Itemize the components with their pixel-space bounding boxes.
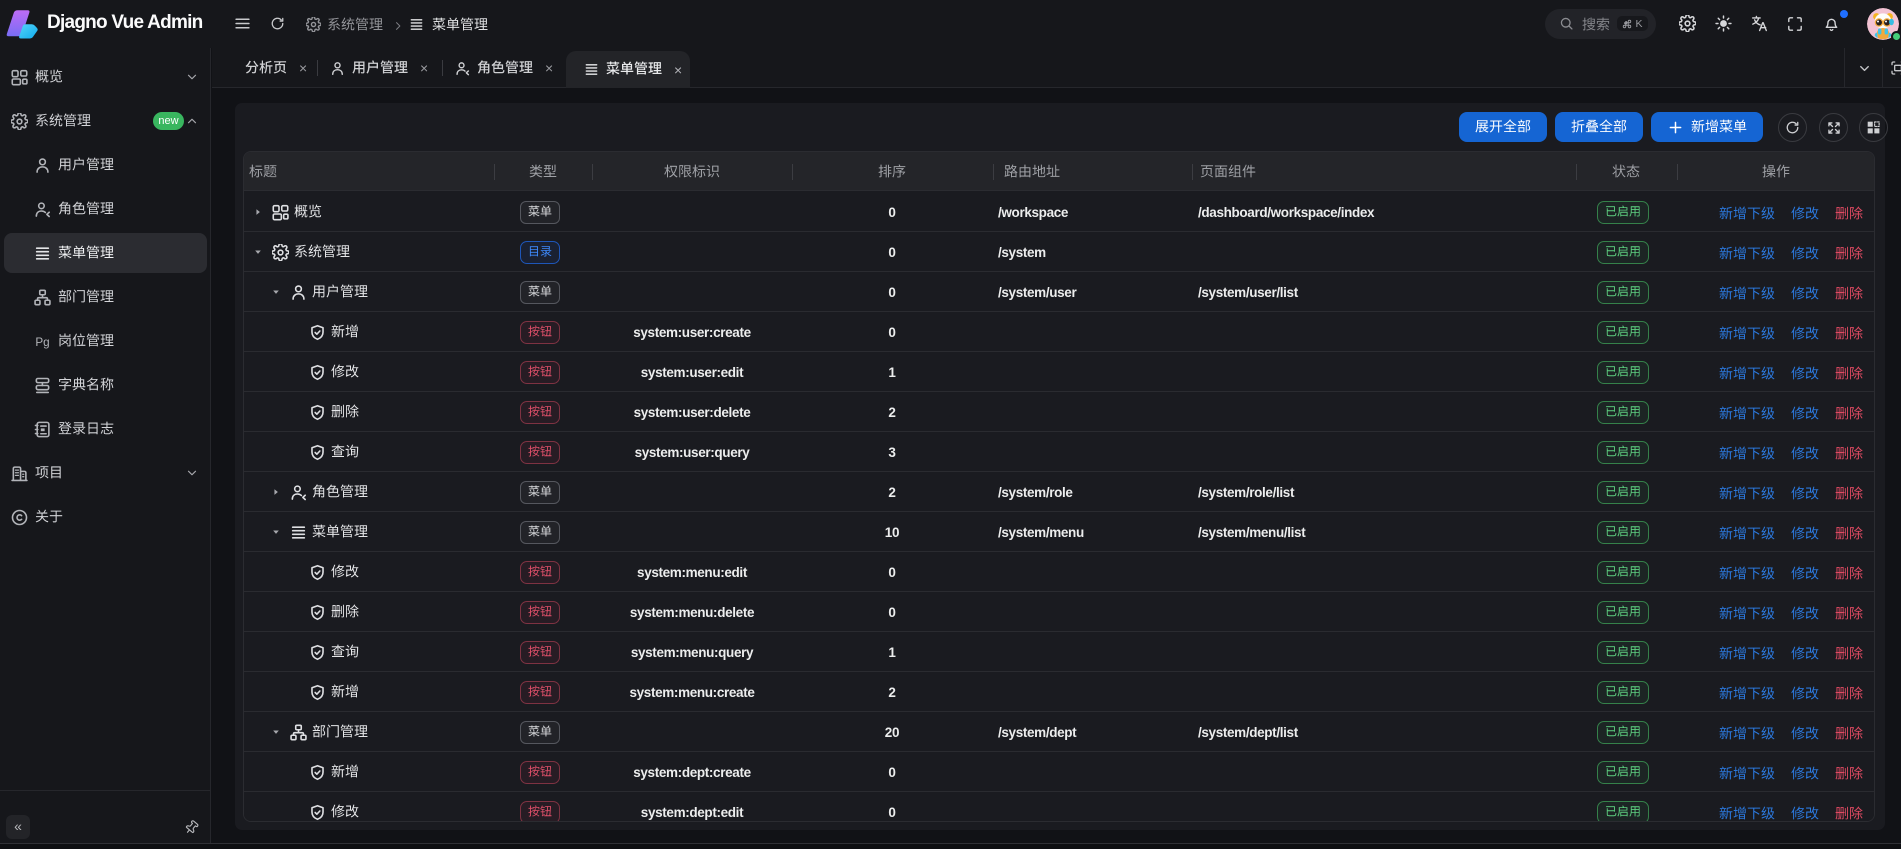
- svg-text:Pg: Pg: [35, 335, 49, 348]
